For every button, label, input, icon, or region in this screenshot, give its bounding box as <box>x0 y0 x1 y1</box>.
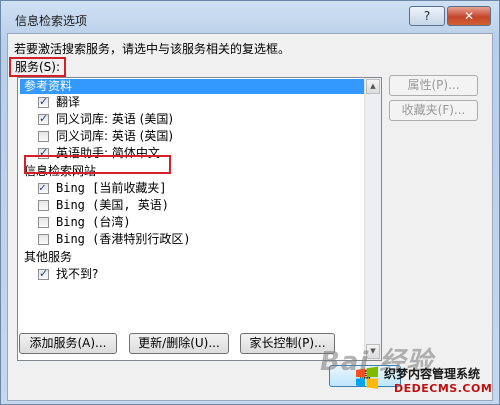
checkbox[interactable] <box>38 200 49 211</box>
list-item-bing-us[interactable]: Bing (美国, 英语) <box>38 197 169 213</box>
help-button[interactable]: ? <box>409 6 445 26</box>
checkbox[interactable] <box>38 131 49 142</box>
list-item-thesaurus-us[interactable]: 同义词库: 英语 (美国) <box>38 111 173 127</box>
properties-button[interactable]: 属性(P)... <box>389 75 478 96</box>
list-item-translate[interactable]: 翻译 <box>38 94 80 110</box>
vertical-scrollbar[interactable]: ▲ ▼ <box>364 78 381 360</box>
list-item-thesaurus-uk[interactable]: 同义词库: 英语 (英国) <box>38 128 173 144</box>
checkbox[interactable] <box>38 217 49 228</box>
bing-highlight-box <box>24 155 171 174</box>
title-bar[interactable]: 信息检索选项 ? ✕ <box>1 1 499 35</box>
dialog-window: 信息检索选项 ? ✕ 若要激活搜索服务，请选中与该服务相关的复选框。 服务(S)… <box>0 0 500 405</box>
checkbox[interactable] <box>38 180 49 196</box>
list-item-bing-hongkong[interactable]: Bing (香港特别行政区) <box>38 231 191 247</box>
services-list[interactable]: 参考资料 翻译 同义词库: 英语 (美国) 同义词库: 英语 (英国) 英语助手… <box>17 77 382 361</box>
ok-button[interactable]: 确 <box>329 365 401 387</box>
checkbox[interactable] <box>38 234 49 245</box>
dialog-body: 若要激活搜索服务，请选中与该服务相关的复选框。 服务(S): 参考资料 翻译 同… <box>7 33 493 401</box>
scroll-down-arrow-icon[interactable]: ▼ <box>366 344 380 359</box>
parental-control-button[interactable]: 家长控制(P)... <box>240 333 335 354</box>
group-header-reference[interactable]: 参考资料 <box>20 79 365 94</box>
checkbox[interactable] <box>38 111 49 127</box>
close-button[interactable]: ✕ <box>447 6 491 26</box>
update-remove-button[interactable]: 更新/删除(U)... <box>129 333 229 354</box>
group-header-other-services[interactable]: 其他服务 <box>20 250 76 265</box>
add-service-button[interactable]: 添加服务(A)... <box>19 333 117 354</box>
services-label: 服务(S): <box>9 57 67 77</box>
list-item-not-found[interactable]: 找不到? <box>38 266 98 282</box>
checkbox[interactable] <box>38 94 49 110</box>
instructions-text: 若要激活搜索服务，请选中与该服务相关的复选框。 <box>14 42 291 56</box>
list-item-bing-current[interactable]: Bing [当前收藏夹] <box>38 180 167 196</box>
scroll-up-arrow-icon[interactable]: ▲ <box>366 79 380 94</box>
favorites-button[interactable]: 收藏夹(F)... <box>389 100 478 121</box>
checkbox[interactable] <box>38 266 49 282</box>
list-item-bing-taiwan[interactable]: Bing (台湾) <box>38 214 131 230</box>
window-title: 信息检索选项 <box>15 14 88 28</box>
